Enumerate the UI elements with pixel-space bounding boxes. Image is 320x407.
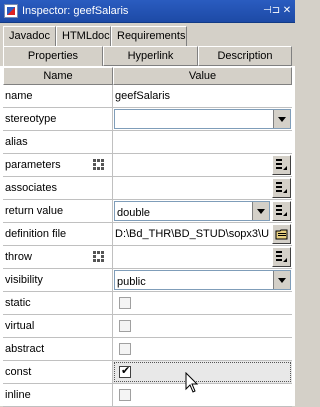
pin-icon[interactable]: ⊣⊐	[263, 3, 280, 19]
tab-requirements[interactable]: Requirements	[111, 26, 187, 46]
virtual-checkbox[interactable]	[119, 320, 131, 332]
abstract-checkbox[interactable]	[119, 343, 131, 355]
multi-value-icon	[93, 159, 104, 170]
property-label: visibility	[3, 269, 113, 291]
property-grid: name geefSalaris stereotype alias parame…	[3, 85, 292, 407]
property-row-throw: throw	[3, 246, 292, 269]
property-value-text: geefSalaris	[115, 90, 171, 102]
property-label: definition file	[3, 223, 113, 245]
visibility-combo[interactable]: public	[114, 270, 291, 290]
static-checkbox[interactable]	[119, 297, 131, 309]
folder-icon	[275, 229, 288, 240]
property-label: stereotype	[3, 108, 113, 130]
edit-list-button[interactable]	[272, 247, 291, 267]
property-row-virtual: virtual	[3, 315, 292, 338]
chevron-down-icon[interactable]	[273, 110, 290, 128]
property-label: associates	[3, 177, 113, 199]
property-row-return-value: return value double	[3, 200, 292, 223]
grid-header: Name Value	[3, 67, 292, 85]
property-row-const: const ✔	[3, 361, 292, 384]
property-label: abstract	[3, 338, 113, 360]
property-label: alias	[3, 131, 113, 153]
property-row-alias: alias	[3, 131, 292, 154]
property-row-visibility: visibility public	[3, 269, 292, 292]
list-edit-icon	[276, 182, 287, 193]
close-icon[interactable]: ✕	[279, 3, 295, 19]
property-value-field[interactable]	[113, 131, 292, 153]
column-header-name[interactable]: Name	[3, 67, 113, 85]
property-row-name: name geefSalaris	[3, 85, 292, 108]
edit-list-button[interactable]	[272, 201, 291, 221]
inline-checkbox[interactable]	[119, 389, 131, 401]
property-row-inline: inline	[3, 384, 292, 407]
property-label: virtual	[3, 315, 113, 337]
column-header-value[interactable]: Value	[113, 67, 292, 85]
multi-value-icon	[93, 251, 104, 262]
property-row-stereotype: stereotype	[3, 108, 292, 131]
properties-panel: Name Value name geefSalaris stereotype a…	[0, 66, 295, 407]
tab-row-top: Javadoc HTMLdoc Requirements	[0, 26, 295, 46]
property-row-definition-file: definition file D:\Bd_THR\BD_STUD\sopx3\…	[3, 223, 292, 246]
chevron-down-icon[interactable]	[273, 271, 290, 289]
property-label: return value	[3, 200, 113, 222]
list-edit-icon	[276, 251, 287, 262]
tab-javadoc[interactable]: Javadoc	[3, 26, 56, 46]
app-icon	[4, 4, 18, 18]
stereotype-combo[interactable]	[114, 109, 291, 129]
const-checkbox[interactable]: ✔	[119, 365, 131, 378]
property-value-field[interactable]: D:\Bd_THR\BD_STUD\sopx3\U...	[113, 223, 292, 245]
mouse-pointer-icon	[185, 372, 199, 393]
property-value-field[interactable]	[113, 154, 292, 176]
chevron-down-icon[interactable]	[252, 202, 269, 220]
checkmark-icon: ✔	[121, 365, 131, 377]
property-row-abstract: abstract	[3, 338, 292, 361]
tab-row-bottom: Properties Hyperlink Description	[0, 46, 295, 67]
property-label: name	[3, 85, 113, 107]
tab-description[interactable]: Description	[198, 46, 292, 66]
property-label: inline	[3, 384, 113, 406]
property-row-associates: associates	[3, 177, 292, 200]
property-label: const	[3, 361, 113, 383]
browse-file-button[interactable]	[272, 224, 291, 244]
list-edit-icon	[276, 205, 287, 216]
property-value-field[interactable]: geefSalaris	[113, 85, 292, 107]
window-title: Inspector: geefSalaris	[22, 5, 129, 17]
inspector-window: Inspector: geefSalaris ⊣⊐ ✕ Javadoc HTML…	[0, 0, 295, 407]
property-row-static: static	[3, 292, 292, 315]
edit-list-button[interactable]	[272, 178, 291, 198]
property-label: static	[3, 292, 113, 314]
property-row-parameters: parameters	[3, 154, 292, 177]
property-label: parameters	[3, 154, 113, 176]
return-value-combo[interactable]: double	[114, 201, 270, 221]
tab-properties[interactable]: Properties	[3, 46, 103, 67]
title-bar: Inspector: geefSalaris ⊣⊐ ✕	[0, 0, 295, 23]
tab-htmldoc[interactable]: HTMLdoc	[56, 26, 111, 46]
property-value-field[interactable]	[113, 177, 292, 199]
tab-hyperlink[interactable]: Hyperlink	[103, 46, 198, 66]
property-label: throw	[3, 246, 113, 268]
edit-list-button[interactable]	[272, 155, 291, 175]
list-edit-icon	[276, 159, 287, 170]
property-value-field[interactable]	[113, 246, 292, 268]
